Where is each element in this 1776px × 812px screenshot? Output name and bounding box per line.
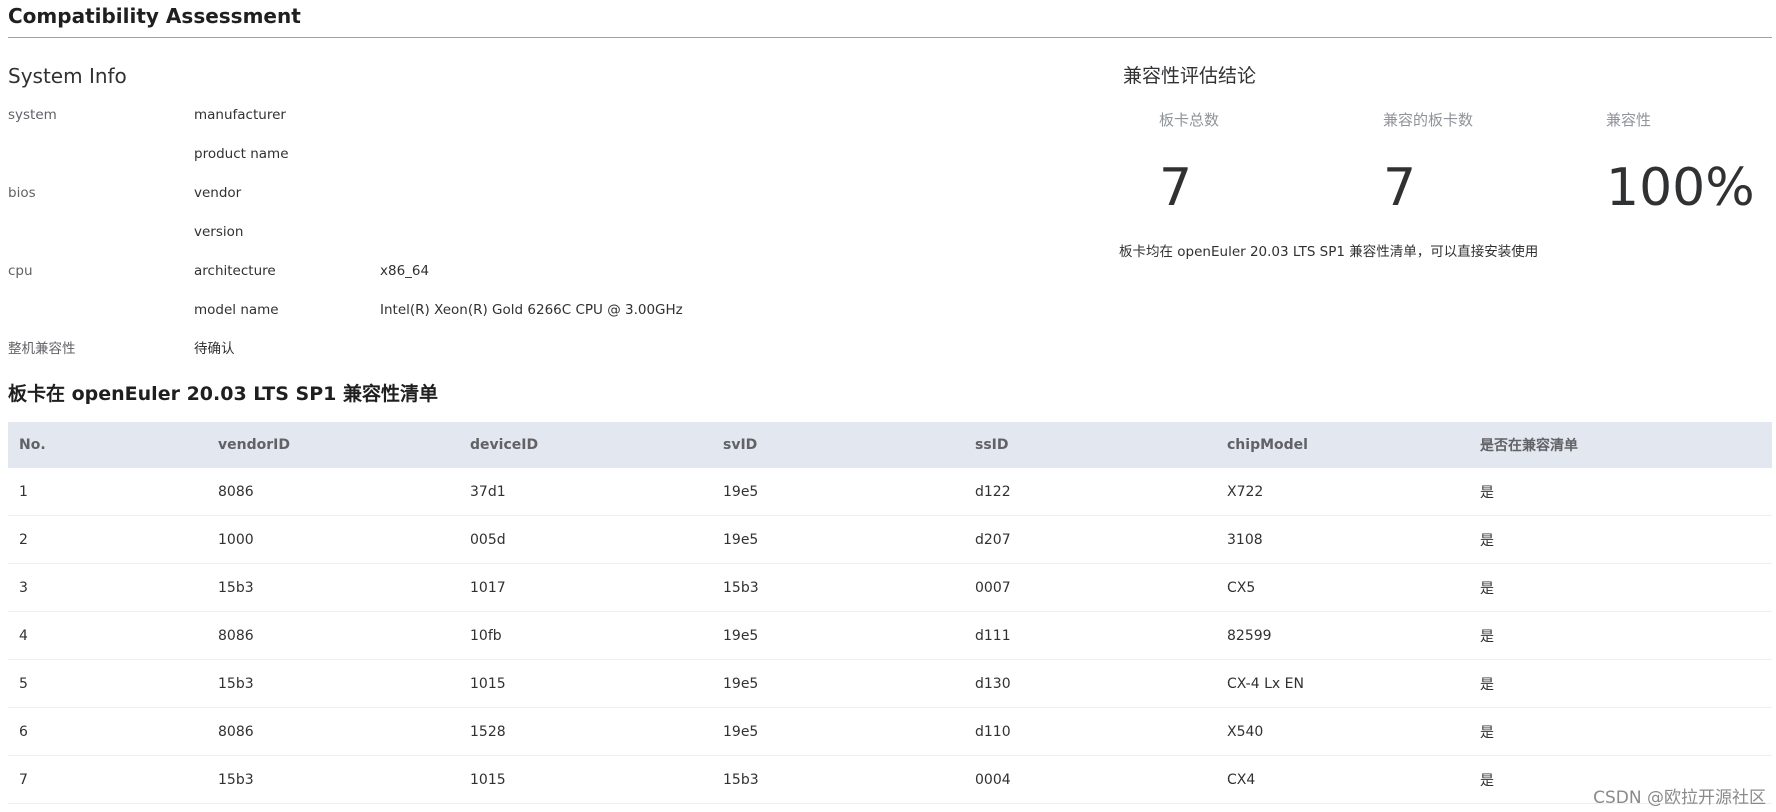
table-cell: 1015 [470, 675, 506, 692]
info-field: model name [194, 302, 279, 318]
table-row: 1 8086 37d1 19e5 d122 X722 是 [8, 468, 1772, 516]
info-category: system [8, 107, 57, 123]
column-header: ssID [975, 437, 1009, 453]
info-field: manufacturer [194, 107, 286, 123]
card-compatibility-table: No. vendorID deviceID svID ssID chipMode… [8, 422, 1772, 804]
table-cell: CX-4 Lx EN [1227, 675, 1304, 692]
table-cell: 是 [1480, 580, 1494, 597]
title-divider [8, 37, 1772, 38]
table-cell: 4 [19, 627, 28, 644]
table-cell: 是 [1480, 484, 1494, 501]
table-row: 5 15b3 1015 19e5 d130 CX-4 Lx EN 是 [8, 660, 1772, 708]
info-field: 待确认 [194, 341, 235, 357]
stat-label: 兼容的板卡数 [1383, 111, 1474, 129]
table-cell: 1528 [470, 723, 506, 740]
conclusion-title: 兼容性评估结论 [1123, 65, 1257, 87]
table-cell: 8086 [218, 723, 254, 740]
table-cell: 是 [1480, 676, 1494, 693]
info-field: vendor [194, 185, 242, 201]
stat-label: 板卡总数 [1159, 111, 1220, 129]
table-cell: 15b3 [723, 771, 759, 788]
table-cell: X722 [1227, 483, 1264, 500]
column-header: vendorID [218, 437, 290, 453]
table-cell: 15b3 [218, 579, 254, 596]
stat-value: 100% [1606, 158, 1755, 218]
info-category: 整机兼容性 [8, 341, 76, 357]
table-cell: 15b3 [723, 579, 759, 596]
info-value: Intel(R) Xeon(R) Gold 6266C CPU @ 3.00GH… [380, 302, 683, 318]
table-cell: 19e5 [723, 483, 759, 500]
table-cell: 005d [470, 531, 506, 548]
table-cell: 是 [1480, 724, 1494, 741]
table-cell: 是 [1480, 772, 1494, 789]
table-cell: 8086 [218, 483, 254, 500]
table-cell: CX4 [1227, 771, 1256, 788]
stat-value: 7 [1159, 158, 1193, 218]
table-cell: 19e5 [723, 531, 759, 548]
table-row: 7 15b3 1015 15b3 0004 CX4 是 [8, 756, 1772, 804]
table-cell: d111 [975, 627, 1011, 644]
watermark: CSDN @欧拉开源社区 [1593, 788, 1766, 808]
table-cell: 5 [19, 675, 28, 692]
table-cell: 3 [19, 579, 28, 596]
table-header: No. vendorID deviceID svID ssID chipMode… [8, 422, 1772, 468]
table-cell: 1017 [470, 579, 506, 596]
table-row: 3 15b3 1017 15b3 0007 CX5 是 [8, 564, 1772, 612]
conclusion-note: 板卡均在 openEuler 20.03 LTS SP1 兼容性清单，可以直接安… [1119, 244, 1539, 260]
column-header: No. [19, 437, 46, 453]
table-cell: 10fb [470, 627, 502, 644]
column-header: svID [723, 437, 758, 453]
table-cell: 82599 [1227, 627, 1272, 644]
table-cell: 19e5 [723, 723, 759, 740]
table-cell: 1 [19, 483, 28, 500]
table-cell: 1000 [218, 531, 254, 548]
page-title: Compatibility Assessment [8, 4, 301, 28]
stat-compatibility-rate: 兼容性 100% [1606, 110, 1755, 218]
table-row: 2 1000 005d 19e5 d207 3108 是 [8, 516, 1772, 564]
system-info-title: System Info [8, 64, 127, 88]
column-header: deviceID [470, 437, 539, 453]
table-cell: 是 [1480, 532, 1494, 549]
table-cell: 0007 [975, 579, 1011, 596]
table-cell: 1015 [470, 771, 506, 788]
info-category: bios [8, 185, 36, 201]
table-row: 4 8086 10fb 19e5 d111 82599 是 [8, 612, 1772, 660]
table-cell: X540 [1227, 723, 1264, 740]
card-list-title: 板卡在 openEuler 20.03 LTS SP1 兼容性清单 [8, 383, 438, 405]
info-field: architecture [194, 263, 276, 279]
table-row: 6 8086 1528 19e5 d110 X540 是 [8, 708, 1772, 756]
table-cell: 8086 [218, 627, 254, 644]
table-cell: d122 [975, 483, 1011, 500]
info-field: product name [194, 146, 289, 162]
table-cell: CX5 [1227, 579, 1256, 596]
table-cell: 15b3 [218, 675, 254, 692]
table-cell: 3108 [1227, 531, 1263, 548]
table-cell: 0004 [975, 771, 1011, 788]
table-cell: 37d1 [470, 483, 506, 500]
table-cell: 6 [19, 723, 28, 740]
table-cell: 是 [1480, 628, 1494, 645]
table-cell: d130 [975, 675, 1011, 692]
table-cell: d110 [975, 723, 1011, 740]
table-cell: 15b3 [218, 771, 254, 788]
stat-label: 兼容性 [1606, 111, 1652, 129]
table-cell: 19e5 [723, 627, 759, 644]
table-cell: 19e5 [723, 675, 759, 692]
info-value: x86_64 [380, 263, 430, 279]
stat-total-cards: 板卡总数 7 [1159, 110, 1220, 218]
stat-value: 7 [1383, 158, 1417, 218]
table-cell: d207 [975, 531, 1011, 548]
stat-compatible-cards: 兼容的板卡数 7 [1383, 110, 1474, 218]
column-header: 是否在兼容清单 [1480, 438, 1578, 454]
info-field: version [194, 224, 244, 240]
info-category: cpu [8, 263, 33, 279]
table-cell: 2 [19, 531, 28, 548]
column-header: chipModel [1227, 437, 1308, 453]
table-cell: 7 [19, 771, 28, 788]
